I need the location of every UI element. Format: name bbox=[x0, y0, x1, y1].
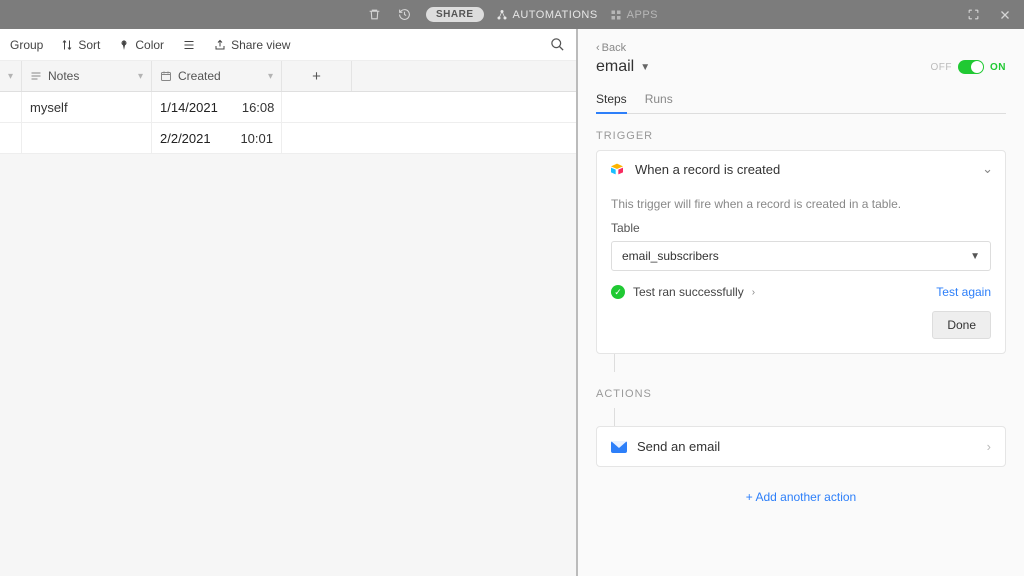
connector-line bbox=[614, 354, 615, 372]
mail-icon bbox=[611, 441, 627, 453]
off-label: OFF bbox=[931, 62, 953, 73]
trigger-header[interactable]: When a record is created ⌄ bbox=[597, 151, 1005, 187]
check-icon: ✓ bbox=[611, 285, 625, 299]
cell-time: 16:08 bbox=[242, 100, 275, 115]
automation-panel: ‹ Back email ▼ OFF ON Steps Runs TRIGGER… bbox=[578, 29, 1024, 576]
table-row[interactable]: myself 1/14/2021 16:08 bbox=[0, 92, 576, 123]
cell-date: 1/14/2021 bbox=[160, 100, 218, 115]
trigger-card: When a record is created ⌄ This trigger … bbox=[596, 150, 1006, 354]
actions-section-label: ACTIONS bbox=[596, 388, 1006, 400]
cell-time: 10:01 bbox=[240, 131, 273, 146]
airtable-icon bbox=[609, 161, 625, 177]
chevron-down-icon: ▼ bbox=[640, 62, 650, 73]
share-view-button[interactable]: Share view bbox=[214, 38, 290, 52]
color-label: Color bbox=[135, 38, 164, 52]
sort-label: Sort bbox=[78, 38, 100, 52]
add-action-button[interactable]: + Add another action bbox=[746, 490, 856, 504]
cell-created[interactable]: 1/14/2021 16:08 bbox=[152, 92, 282, 122]
table-select-value: email_subscribers bbox=[622, 249, 719, 263]
trash-icon[interactable] bbox=[366, 6, 384, 24]
automations-tab[interactable]: AUTOMATIONS bbox=[496, 9, 598, 21]
search-icon[interactable] bbox=[550, 37, 566, 53]
on-label: ON bbox=[990, 62, 1006, 73]
chevron-right-icon: › bbox=[987, 439, 991, 454]
group-button[interactable]: Group bbox=[10, 38, 43, 52]
cell-notes[interactable] bbox=[22, 123, 152, 153]
action-card[interactable]: Send an email › bbox=[596, 426, 1006, 467]
trigger-hint: This trigger will fire when a record is … bbox=[611, 197, 991, 211]
sort-button[interactable]: Sort bbox=[61, 38, 100, 52]
add-column-button[interactable]: + bbox=[282, 61, 352, 91]
test-again-button[interactable]: Test again bbox=[936, 285, 991, 299]
close-icon[interactable] bbox=[996, 6, 1014, 24]
column-header-created[interactable]: Created ▾ bbox=[152, 61, 282, 91]
enable-toggle[interactable] bbox=[958, 60, 984, 74]
table-field-label: Table bbox=[611, 221, 991, 235]
column-header-notes[interactable]: Notes ▾ bbox=[22, 61, 152, 91]
connector-line bbox=[614, 408, 615, 426]
created-header-label: Created bbox=[178, 69, 221, 83]
apps-tab[interactable]: APPS bbox=[610, 9, 658, 21]
automations-label: AUTOMATIONS bbox=[513, 9, 598, 21]
back-button[interactable]: ‹ Back bbox=[596, 42, 626, 54]
share-view-label: Share view bbox=[231, 38, 290, 52]
apps-label: APPS bbox=[627, 9, 658, 21]
action-title: Send an email bbox=[637, 439, 720, 454]
expand-icon[interactable] bbox=[964, 6, 982, 24]
cell-created[interactable]: 2/2/2021 10:01 bbox=[152, 123, 282, 153]
trigger-title: When a record is created bbox=[635, 162, 780, 177]
automation-name-text: email bbox=[596, 58, 634, 76]
cell-date: 2/2/2021 bbox=[160, 131, 216, 146]
grid-pane: Group Sort Color Share view bbox=[0, 29, 578, 576]
table-select[interactable]: email_subscribers ▼ bbox=[611, 241, 991, 271]
done-button[interactable]: Done bbox=[932, 311, 991, 339]
cell-notes[interactable]: myself bbox=[22, 92, 152, 122]
chevron-down-icon: ⌄ bbox=[982, 161, 993, 177]
history-icon[interactable] bbox=[396, 6, 414, 24]
share-button[interactable]: SHARE bbox=[426, 7, 484, 22]
color-button[interactable]: Color bbox=[118, 38, 164, 52]
rowheight-button[interactable] bbox=[182, 39, 196, 51]
automation-name[interactable]: email ▼ bbox=[596, 58, 650, 76]
table-row[interactable]: 2/2/2021 10:01 bbox=[0, 123, 576, 154]
chevron-down-icon: ▼ bbox=[970, 251, 980, 262]
test-status[interactable]: Test ran successfully bbox=[633, 285, 744, 299]
column-header-blank[interactable]: ▾ bbox=[0, 61, 22, 91]
notes-header-label: Notes bbox=[48, 69, 79, 83]
tab-runs[interactable]: Runs bbox=[645, 86, 673, 113]
tab-steps[interactable]: Steps bbox=[596, 86, 627, 114]
chevron-left-icon: ‹ bbox=[596, 42, 600, 54]
chevron-right-icon: › bbox=[752, 287, 755, 298]
back-label: Back bbox=[602, 42, 626, 54]
trigger-section-label: TRIGGER bbox=[596, 130, 1006, 142]
